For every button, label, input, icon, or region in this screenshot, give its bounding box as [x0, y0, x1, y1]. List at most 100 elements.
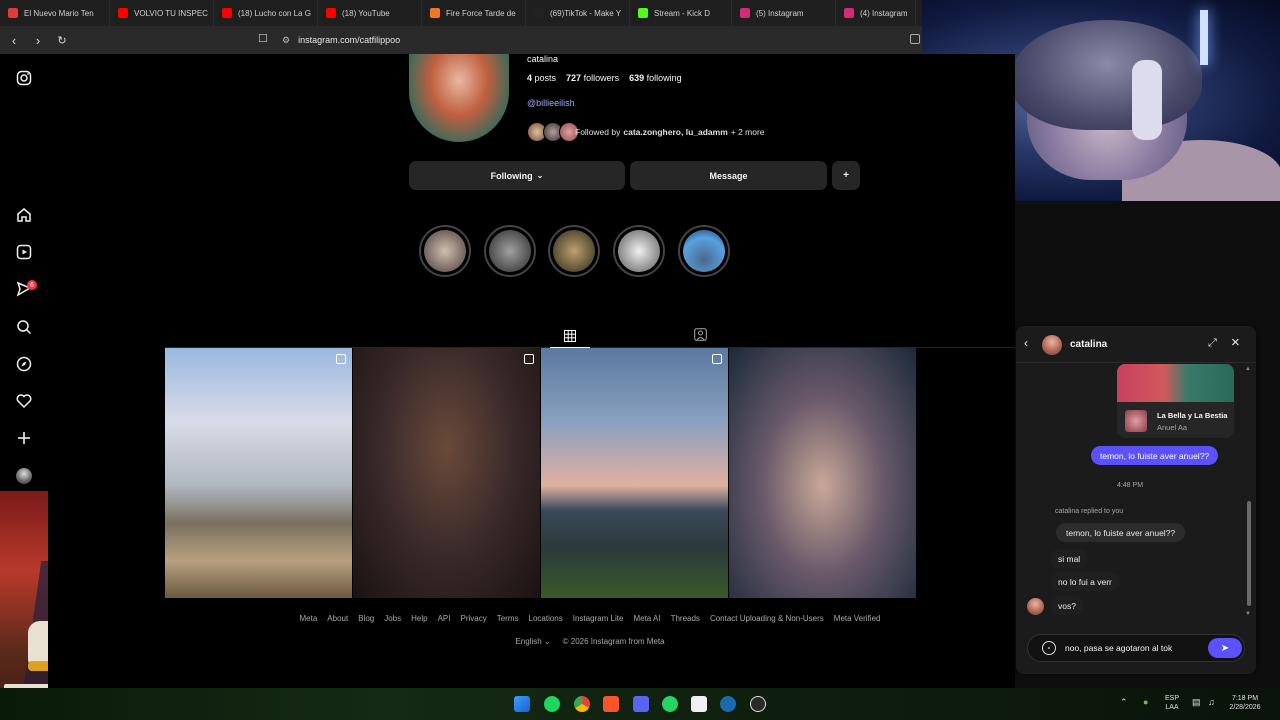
footer-link[interactable]: About	[327, 614, 348, 623]
footer-link[interactable]: Blog	[358, 614, 374, 623]
side-panel-icon[interactable]	[910, 34, 920, 44]
whatsapp-icon[interactable]	[662, 696, 678, 712]
notifications-icon[interactable]	[14, 391, 34, 411]
message-input-text[interactable]: noo, pasa se agotaron al tok	[1065, 643, 1172, 653]
spotify-icon[interactable]	[544, 696, 560, 712]
kick-icon	[638, 8, 648, 18]
shared-music-card[interactable]: La Bella y La Bestia Anuel Aa	[1117, 364, 1234, 438]
sent-message[interactable]: temon, lo fuiste aver anuel??	[1091, 446, 1219, 465]
footer-link[interactable]: Instagram Lite	[573, 614, 624, 623]
site-info-icon[interactable]: ⚙	[282, 35, 290, 46]
capcut-icon[interactable]	[691, 696, 707, 712]
footer-link[interactable]: Meta	[300, 614, 318, 623]
forward-icon[interactable]: ›	[28, 30, 48, 50]
show-hidden-icons[interactable]: ⌃	[1120, 698, 1128, 707]
microphone-icon[interactable]: ●	[1143, 698, 1148, 707]
received-message[interactable]: si mal	[1050, 549, 1089, 568]
brave-icon[interactable]	[603, 696, 619, 712]
footer-link[interactable]: Contact Uploading & Non-Users	[710, 614, 824, 623]
message-input[interactable]: ∘ noo, pasa se agotaron al tok ➤	[1027, 634, 1245, 662]
footer-link[interactable]: API	[438, 614, 451, 623]
browser-tab[interactable]: El Nuevo Mario Ten	[0, 0, 110, 26]
post-thumbnail[interactable]	[353, 348, 540, 598]
browser-tab[interactable]: (5) Instagram	[732, 0, 836, 26]
instagram-icon	[844, 8, 854, 18]
chat-name[interactable]: catalina	[1070, 339, 1107, 350]
explore-icon[interactable]	[14, 354, 34, 374]
browser-tab[interactable]: (69)TikTok - Make Y	[526, 0, 630, 26]
post-thumbnail[interactable]	[729, 348, 916, 598]
clock[interactable]: 7:18 PM 2/28/2026	[1222, 694, 1268, 712]
footer-link[interactable]: Locations	[529, 614, 563, 623]
discord-icon[interactable]	[633, 696, 649, 712]
bookmark-icon[interactable]: ☐	[258, 32, 272, 48]
browser-tab[interactable]: VOLVIO TU INSPEC	[110, 0, 214, 26]
tagged-icon	[693, 327, 707, 341]
browser-tab[interactable]: (18) Lucho con La G	[214, 0, 318, 26]
network-icon[interactable]: ▤	[1192, 698, 1201, 707]
chrome-icon[interactable]	[574, 696, 590, 712]
footer-link[interactable]: Help	[411, 614, 427, 623]
footer-link[interactable]: Jobs	[384, 614, 401, 623]
language-indicator[interactable]: ESP LAA	[1160, 694, 1184, 712]
footer-link[interactable]: Meta Verified	[834, 614, 881, 623]
story-highlight[interactable]	[484, 225, 536, 277]
language-top: ESP	[1164, 695, 1179, 702]
profile-avatar[interactable]	[409, 54, 509, 142]
posts-grid-tab[interactable]	[550, 324, 590, 348]
home-icon[interactable]	[14, 205, 34, 225]
chat-scrollbar[interactable]	[1247, 501, 1251, 606]
received-message[interactable]: no lo fui a verr	[1050, 572, 1120, 591]
browser-tab[interactable]: (4) Instagram	[836, 0, 916, 26]
emoji-icon[interactable]: ∘	[1042, 641, 1056, 655]
tagged-tab[interactable]	[690, 324, 710, 344]
followed-by[interactable]: Followed by cata.zonghero, lu_adamm + 2 …	[527, 121, 765, 143]
following-count[interactable]: 639 following	[629, 73, 682, 83]
browser-tab[interactable]: Fire Force Tarde de	[422, 0, 526, 26]
search-icon[interactable]	[14, 317, 34, 337]
send-button[interactable]: ➤	[1208, 638, 1242, 658]
tab-label: Fire Force Tarde de	[446, 8, 516, 18]
post-thumbnail[interactable]	[165, 348, 352, 598]
tiktok-icon	[534, 8, 544, 18]
webcam-hair	[1012, 20, 1202, 130]
send-icon: ➤	[1220, 642, 1230, 654]
reels-icon[interactable]	[14, 242, 34, 262]
scroll-down-icon[interactable]: ▼	[1245, 611, 1251, 617]
windows-start-icon[interactable]	[514, 696, 530, 712]
footer-link[interactable]: Threads	[671, 614, 700, 623]
quoted-message[interactable]: temon, lo fuiste aver anuel??	[1056, 523, 1186, 542]
story-highlight[interactable]	[548, 225, 600, 277]
scroll-up-icon[interactable]: ▲	[1245, 366, 1251, 372]
obs-icon[interactable]	[750, 696, 766, 712]
footer-link[interactable]: Terms	[497, 614, 519, 623]
following-button[interactable]: Following ⌄	[409, 161, 625, 190]
browser-tab[interactable]: Stream - Kick D	[630, 0, 732, 26]
followers-count[interactable]: 727 followers	[566, 73, 619, 83]
close-icon[interactable]: ×	[1231, 334, 1240, 351]
footer-link[interactable]: Privacy	[460, 614, 486, 623]
story-highlight[interactable]	[419, 225, 471, 277]
steam-icon[interactable]	[720, 696, 736, 712]
volume-icon[interactable]: ♫	[1208, 698, 1215, 707]
message-button[interactable]: Message	[630, 161, 827, 190]
create-icon[interactable]	[14, 428, 34, 448]
story-highlight[interactable]	[613, 225, 665, 277]
back-icon[interactable]: ‹	[4, 30, 24, 50]
profile-link[interactable]: @billieeilish	[527, 98, 575, 108]
post-thumbnail[interactable]	[541, 348, 728, 598]
reload-icon[interactable]: ↻	[52, 30, 72, 50]
language-select[interactable]: English ⌄	[515, 637, 550, 646]
add-user-button[interactable]: +	[832, 161, 860, 190]
expand-icon[interactable]: ⤢	[1208, 337, 1217, 350]
instagram-logo-icon[interactable]	[14, 68, 34, 88]
chevron-left-icon[interactable]: ‹	[1024, 336, 1028, 350]
story-highlight[interactable]	[678, 225, 730, 277]
browser-tab[interactable]: (18) YouTube	[318, 0, 422, 26]
led-light	[1200, 10, 1208, 65]
url-field[interactable]: ⚙ instagram.com/catfilippoo	[282, 32, 400, 48]
footer-link[interactable]: Meta AI	[633, 614, 660, 623]
profile-icon[interactable]	[14, 466, 34, 486]
chat-avatar[interactable]	[1042, 335, 1062, 355]
received-message[interactable]: vos?	[1050, 596, 1084, 615]
